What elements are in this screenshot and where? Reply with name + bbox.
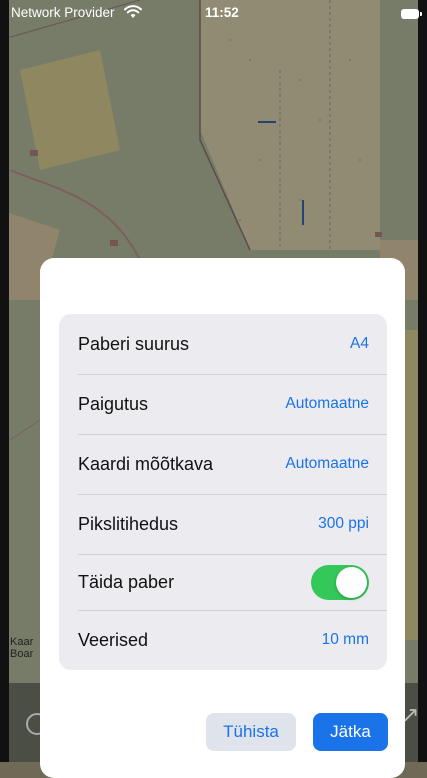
settings-list: Paberi suurus A4 Paigutus Automaatne Kaa… (59, 314, 387, 670)
map-scale-label: Kaardi mõõtkava (78, 453, 214, 474)
map-place-label-line2: Boar (10, 648, 34, 660)
wifi-icon (124, 5, 142, 18)
orientation-row[interactable]: Paigutus Automaatne (59, 374, 387, 434)
fill-paper-label: Täida paber (78, 571, 175, 592)
paper-size-row[interactable]: Paberi suurus A4 (59, 314, 387, 374)
map-scale-value[interactable]: Automaatne (285, 455, 369, 473)
status-bar: Network Provider 11:52 (0, 0, 427, 28)
toggle-knob (336, 566, 367, 598)
map-place-label: Kaar Boar (10, 636, 33, 660)
map-scale-row[interactable]: Kaardi mõõtkava Automaatne (59, 434, 387, 494)
orientation-label: Paigutus (78, 393, 149, 414)
map-edge-left (0, 0, 9, 762)
carrier-name: Network Provider (11, 5, 115, 20)
margins-label: Veerised (78, 629, 149, 650)
print-settings-dialog: Paberi suurus A4 Paigutus Automaatne Kaa… (40, 258, 405, 778)
paper-size-value[interactable]: A4 (350, 335, 369, 353)
orientation-value[interactable]: Automaatne (285, 395, 369, 413)
pixel-density-value[interactable]: 300 ppi (318, 515, 369, 533)
battery-icon (401, 9, 422, 19)
margins-value[interactable]: 10 mm (322, 631, 369, 649)
paper-size-label: Paberi suurus (78, 333, 190, 354)
pixel-density-row[interactable]: Pikslitihedus 300 ppi (59, 494, 387, 554)
map-place-label-line1: Kaar (10, 636, 34, 648)
margins-row[interactable]: Veerised 10 mm (59, 610, 387, 670)
map-edge-right (418, 0, 427, 762)
pixel-density-label: Pikslitihedus (78, 513, 179, 534)
continue-button[interactable]: Jätka (313, 713, 388, 751)
fill-paper-toggle[interactable] (311, 564, 369, 600)
status-time: 11:52 (205, 5, 239, 20)
cancel-button[interactable]: Tühista (206, 713, 296, 751)
fill-paper-row: Täida paber (59, 554, 387, 610)
